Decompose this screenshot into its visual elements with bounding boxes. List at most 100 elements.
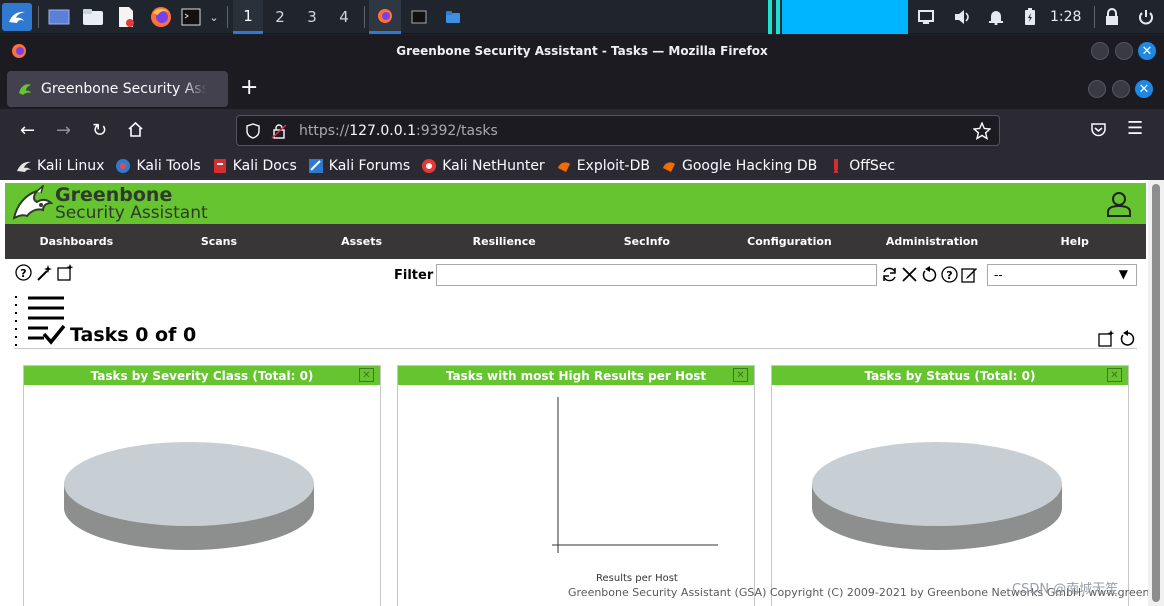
scrollbar-thumb[interactable] [1152, 184, 1160, 602]
close-display-icon[interactable]: ✕ [1107, 368, 1122, 382]
firefox-launcher-button[interactable] [148, 5, 174, 29]
firefox-icon [11, 43, 27, 62]
show-desktop-button[interactable] [47, 5, 71, 29]
url-rest: :9392/tasks [415, 122, 498, 139]
menu-configuration[interactable]: Configuration [718, 224, 861, 259]
bookmark-kali-nethunter[interactable]: Kali NetHunter [421, 158, 545, 174]
taskbar: ⌄ 1 2 3 4 1:28 [0, 0, 1164, 34]
update-filter-icon[interactable] [881, 266, 898, 283]
bookmark-label: Exploit-DB [576, 158, 650, 174]
workspace-2[interactable]: 2 [265, 0, 295, 34]
forward-button[interactable]: → [56, 120, 71, 141]
bookmark-exploit-db[interactable]: Exploit-DB [556, 158, 650, 174]
chevron-down-icon[interactable]: ⌄ [206, 5, 222, 29]
bookmark-google-hacking-db[interactable]: Google Hacking DB [661, 158, 817, 174]
reset-filter-icon[interactable] [921, 266, 938, 283]
gsa-header: Greenbone Security Assistant [5, 183, 1146, 224]
browser-tab-gsa[interactable]: Greenbone Security Assistant [7, 71, 228, 107]
menu-help[interactable]: Help [1003, 224, 1146, 259]
close-display-icon[interactable]: ✕ [359, 368, 374, 382]
greenbone-dragon-logo[interactable] [11, 185, 53, 223]
ghdb-icon [661, 158, 677, 174]
maximize-button[interactable] [1115, 42, 1133, 60]
workspace-4[interactable]: 4 [329, 0, 359, 34]
kali-menu-button[interactable] [2, 3, 32, 31]
url-bar[interactable]: https://127.0.0.1:9392/tasks [236, 115, 1000, 146]
filter-help-icon[interactable]: ? [941, 266, 958, 283]
menu-secinfo[interactable]: SecInfo [576, 224, 719, 259]
add-dashboard-display-icon[interactable] [1098, 330, 1115, 347]
new-task-icon[interactable] [57, 264, 74, 281]
new-tab-button[interactable]: + [240, 77, 258, 99]
bookmark-kali-linux[interactable]: Kali Linux [16, 158, 104, 174]
menu-assets[interactable]: Assets [290, 224, 433, 259]
bookmark-label: Kali Forums [328, 158, 411, 174]
clock[interactable]: 1:28 [1050, 0, 1081, 34]
tab-close-window-button[interactable]: ✕ [1135, 80, 1153, 98]
help-icon[interactable]: ? [15, 264, 32, 281]
svg-text:?: ? [20, 267, 26, 280]
dashboard-header[interactable]: Tasks by Status (Total: 0) ✕ [772, 366, 1128, 385]
saved-filter-value: -- [994, 268, 1003, 282]
bell-icon [989, 11, 1003, 25]
kali-docs-icon [212, 158, 228, 174]
pocket-button[interactable] [1090, 122, 1107, 143]
tray-lock[interactable] [1104, 0, 1120, 34]
tray-logout[interactable] [1138, 0, 1154, 34]
close-window-button[interactable]: ✕ [1138, 42, 1156, 60]
home-button[interactable] [127, 121, 144, 142]
remove-filter-icon[interactable] [901, 266, 918, 283]
terminal-icon [181, 8, 201, 26]
bookmark-star-icon[interactable] [973, 122, 991, 140]
insecure-lock-icon[interactable] [271, 123, 287, 139]
close-display-icon[interactable]: ✕ [733, 368, 748, 382]
svg-text:?: ? [946, 269, 952, 282]
reset-dashboard-icon[interactable] [1119, 330, 1136, 347]
window-titlebar[interactable]: Greenbone Security Assistant - Tasks — M… [0, 35, 1164, 67]
taskbar-separator [364, 6, 365, 28]
bookmark-offsec[interactable]: OffSec [828, 158, 895, 174]
kali-forums-icon [308, 158, 324, 174]
menu-scans[interactable]: Scans [148, 224, 291, 259]
files-window-button[interactable] [437, 0, 469, 34]
filter-input[interactable] [436, 264, 877, 286]
tray-notifications[interactable] [988, 0, 1004, 34]
offsec-icon [828, 158, 844, 174]
workspace-1[interactable]: 1 [233, 0, 263, 34]
edit-filter-icon[interactable] [961, 266, 978, 283]
tray-volume[interactable] [953, 0, 971, 34]
back-button[interactable]: ← [20, 120, 35, 141]
exploitdb-icon [556, 158, 572, 174]
dashboard-header[interactable]: Tasks with most High Results per Host ✕ [398, 366, 754, 385]
task-wizard-icon[interactable] [36, 264, 53, 281]
text-editor-button[interactable] [114, 5, 138, 29]
minimize-button[interactable] [1091, 42, 1109, 60]
menu-resilience[interactable]: Resilience [433, 224, 576, 259]
bookmark-kali-tools[interactable]: Kali Tools [115, 158, 201, 174]
menu-dashboards[interactable]: Dashboards [5, 224, 148, 259]
tray-network[interactable] [917, 0, 935, 34]
tray-battery[interactable] [1024, 0, 1036, 34]
watermark: CSDN @南城无笙 [1012, 582, 1119, 597]
saved-filter-select[interactable]: -- ▼ [987, 264, 1137, 286]
file-manager-button[interactable] [80, 5, 106, 29]
tab-maximize-button[interactable] [1112, 80, 1130, 98]
nethunter-icon [421, 158, 437, 174]
terminal-launcher-button[interactable] [180, 5, 202, 29]
tab-minimize-button[interactable] [1088, 80, 1106, 98]
menu-administration[interactable]: Administration [861, 224, 1004, 259]
firefox-icon [378, 8, 392, 23]
workspace-3[interactable]: 3 [297, 0, 327, 34]
reload-button[interactable]: ↻ [92, 120, 107, 141]
shield-icon [246, 122, 260, 139]
app-menu-button[interactable]: ☰ [1127, 118, 1143, 139]
page-viewport: Greenbone Security Assistant Dashboards … [0, 180, 1164, 606]
dashboard-header[interactable]: Tasks by Severity Class (Total: 0) ✕ [24, 366, 380, 385]
user-menu-icon[interactable] [1106, 191, 1132, 217]
bookmark-label: Kali Docs [232, 158, 297, 174]
page-scrollbar[interactable] [1148, 180, 1164, 606]
bookmark-kali-docs[interactable]: Kali Docs [212, 158, 297, 174]
firefox-window-button[interactable] [369, 0, 401, 34]
bookmark-kali-forums[interactable]: Kali Forums [308, 158, 410, 174]
terminal-window-button[interactable] [403, 0, 435, 34]
